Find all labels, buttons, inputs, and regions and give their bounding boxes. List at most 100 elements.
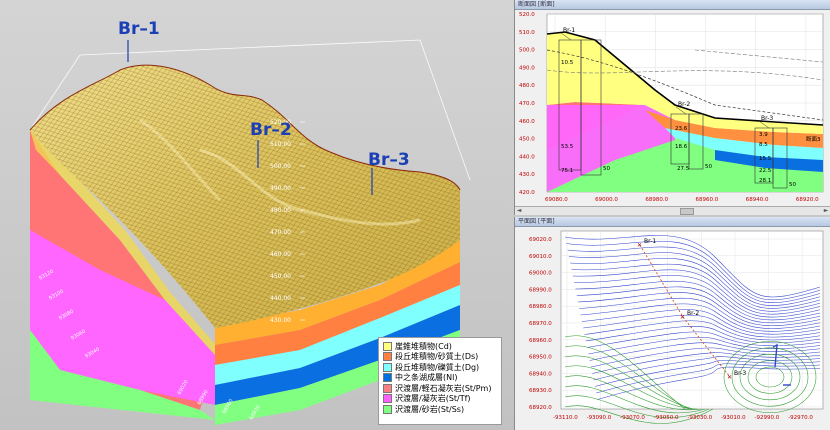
legend-item: 沢渡層/凝灰岩(St/Tf): [383, 394, 497, 405]
borehole-marker[interactable]: ✕: [727, 374, 732, 381]
legend-label: 沢渡層/凝灰岩(St/Tf): [395, 394, 471, 404]
plan-x-tick: -92970.0: [788, 415, 813, 421]
section-x-tick: 68980.0: [645, 197, 668, 203]
section-x-tick: 68940.0: [746, 197, 769, 203]
depth-label: 28.1: [759, 178, 771, 184]
section-x-tick: 69080.0: [545, 197, 568, 203]
legend-label: 沢渡層/砂岩(St/Ss): [395, 404, 465, 414]
legend-swatch: [383, 383, 392, 393]
plan-borehole-label: Br-2: [687, 310, 699, 317]
cross-section-panel[interactable]: 断面図 [断面] Br-1 Br-2 Br-3 10.5 53.5 75.1 5…: [514, 0, 830, 215]
legend-item: 崖錐堆積物(Cd): [383, 341, 497, 352]
cross-section-title: 断面図 [断面]: [515, 0, 830, 10]
cross-section-chart[interactable]: Br-1 Br-2 Br-3 10.5 53.5 75.1 50 23.6 18.6 27.5 50…: [515, 10, 829, 206]
plan-borehole-label: Br-3: [734, 370, 746, 377]
section-x-tick: 68960.0: [696, 197, 719, 203]
borehole-label-br2: Br–2: [250, 120, 292, 140]
borehole-marker[interactable]: ✕: [680, 314, 685, 321]
section-borehole-label: Br-3: [761, 115, 773, 122]
legend-swatch: [383, 352, 392, 362]
depth-label: 8.5: [759, 142, 768, 148]
legend-label: 段丘堆積物/礫質土(Dg): [395, 362, 480, 372]
plan-y-tick: 69000.0: [529, 271, 552, 277]
plan-view-panel[interactable]: 平面図 [平面] ✕ Br-1 ✕ Br-2 ✕ Br-3 69020.0 69010.0 6…: [514, 217, 830, 430]
plan-y-tick: 68950.0: [529, 355, 552, 361]
plan-x-tick: -93050.0: [654, 415, 679, 421]
elevation-tick-label: 510.00: [270, 141, 291, 148]
depth-label: 18.6: [675, 144, 688, 150]
section-y-tick: 510.0: [519, 30, 535, 36]
borehole-label-br1: Br–1: [118, 19, 160, 39]
legend-label: 沢渡層/軽石凝灰岩(St/Pm): [395, 383, 492, 393]
scroll-right-arrow[interactable]: ►: [822, 207, 830, 215]
depth-label: 50: [789, 182, 796, 188]
legend-item: 沢渡層/軽石凝灰岩(St/Pm): [383, 383, 497, 394]
elevation-tick-label: 460.00: [270, 251, 291, 258]
geology-legend: 崖錐堆積物(Cd) 段丘堆積物/砂質土(Ds) 段丘堆積物/礫質土(Dg) 中之条湖成…: [378, 337, 502, 425]
legend-label: 崖錐堆積物(Cd): [395, 341, 452, 351]
section-y-tick: 450.0: [519, 137, 535, 143]
elevation-tick-label: 500.00: [270, 163, 291, 170]
legend-swatch: [383, 341, 392, 351]
depth-label: 75.1: [561, 168, 573, 174]
section-borehole-label: Br-1: [563, 27, 575, 34]
plan-x-tick: -92990.0: [755, 415, 780, 421]
section-y-tick: 470.0: [519, 101, 535, 107]
section-end-label: 断面3: [806, 135, 821, 143]
depth-label: 23.6: [675, 126, 688, 132]
depth-label: 53.5: [561, 144, 574, 150]
plan-view-title: 平面図 [平面]: [515, 217, 830, 227]
borehole-br1[interactable]: Br–1: [118, 19, 160, 62]
depth-label: 50: [705, 164, 712, 170]
legend-item: 段丘堆積物/砂質土(Ds): [383, 352, 497, 363]
plan-y-tick: 68940.0: [529, 371, 552, 377]
elevation-tick-label: 490.00: [270, 185, 291, 192]
borehole-label-br3: Br–3: [368, 150, 410, 170]
elevation-tick-label: 450.00: [270, 273, 291, 280]
depth-label: 3.9: [759, 132, 768, 138]
section-y-tick: 460.0: [519, 119, 535, 125]
plan-y-tick: 68980.0: [529, 304, 552, 310]
plan-y-tick: 68990.0: [529, 287, 552, 293]
section-y-tick: 480.0: [519, 83, 535, 89]
plan-x-tick: -93070.0: [620, 415, 645, 421]
section-borehole-label: Br-2: [678, 101, 690, 108]
section-y-tick: 440.0: [519, 154, 535, 160]
scroll-left-arrow[interactable]: ◄: [515, 207, 523, 215]
plan-y-tick: 68960.0: [529, 338, 552, 344]
section-y-tick: 500.0: [519, 48, 535, 54]
legend-item: 段丘堆積物/礫質土(Dg): [383, 362, 497, 373]
legend-swatch: [383, 373, 392, 383]
borehole-marker[interactable]: ✕: [637, 242, 642, 249]
depth-label: 50: [603, 166, 610, 172]
legend-label: 段丘堆積物/砂質土(Ds): [395, 352, 479, 362]
plan-view-chart[interactable]: ✕Br-1✕Br-2✕Br-3 69020.069010.069000.0689…: [515, 227, 829, 429]
plan-y-tick: 68970.0: [529, 321, 552, 327]
legend-label: 中之条湖成層(Nl): [395, 373, 458, 383]
depth-label: 15.5: [759, 156, 772, 162]
plan-plot-area: [560, 230, 824, 410]
legend-swatch: [383, 404, 392, 414]
elevation-tick-label: 440.00: [270, 295, 291, 302]
scroll-thumb[interactable]: [680, 208, 694, 215]
plan-borehole-label: Br-1: [644, 238, 656, 245]
legend-item: 沢渡層/砂岩(St/Ss): [383, 404, 497, 415]
section-horizontal-scrollbar[interactable]: ◄ ►: [515, 206, 830, 215]
legend-swatch: [383, 394, 392, 404]
elevation-tick-label: 430.00: [270, 317, 291, 324]
section-x-tick: 69000.0: [595, 197, 618, 203]
3d-model-view[interactable]: 520.00 510.00 500.00 490.00 480.00 470.00 460.…: [0, 0, 514, 430]
depth-label: 22.5: [759, 168, 772, 174]
depth-label: 27.5: [677, 166, 690, 172]
elevation-tick-label: 470.00: [270, 229, 291, 236]
elevation-tick-label: 480.00: [270, 207, 291, 214]
plan-x-tick: -93010.0: [721, 415, 746, 421]
plan-y-tick: 69020.0: [529, 237, 552, 243]
plan-y-tick: 68930.0: [529, 388, 552, 394]
plan-y-tick: 68920.0: [529, 405, 552, 411]
section-x-tick: 68920.0: [796, 197, 819, 203]
section-y-tick: 490.0: [519, 65, 535, 71]
plan-y-tick: 69010.0: [529, 254, 552, 260]
depth-label: 10.5: [561, 60, 574, 66]
section-y-tick: 520.0: [519, 12, 535, 18]
